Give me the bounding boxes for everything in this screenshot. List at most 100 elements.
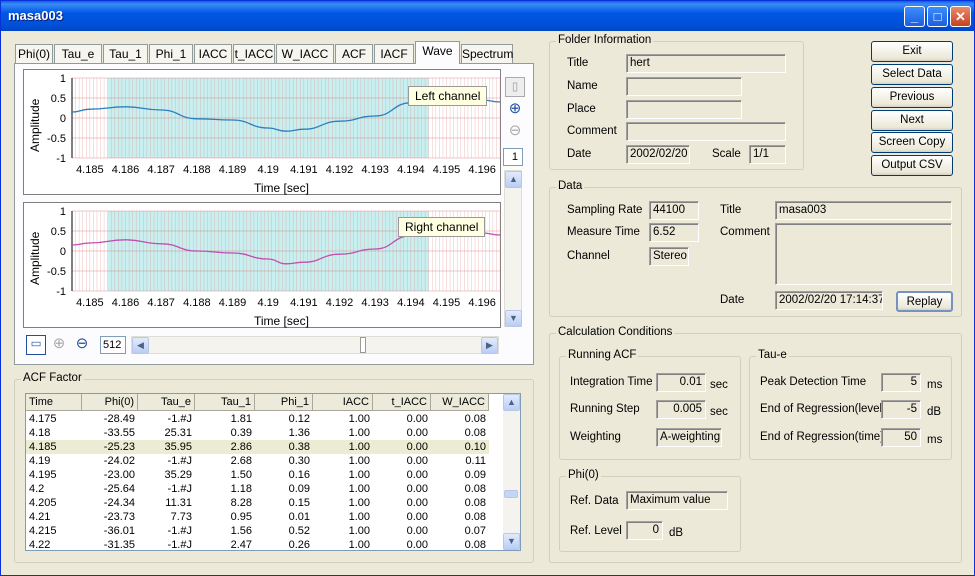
- acf-factor-table[interactable]: Time Phi(0) Tau_e Tau_1 Phi_1 IACC t_IACC W_IAC…: [25, 393, 521, 551]
- table-cell: 0.09: [464, 469, 486, 481]
- output-csv-button[interactable]: Output CSV: [871, 155, 953, 176]
- scroll-right-button[interactable]: ▶: [481, 337, 498, 354]
- table-cell: -33.55: [103, 427, 135, 439]
- calc-legend: Calculation Conditions: [556, 326, 675, 338]
- table-cell: -23.73: [103, 511, 135, 523]
- left-xlabel: Time [sec]: [254, 181, 309, 195]
- tab-tau-e[interactable]: Tau_e: [54, 44, 102, 63]
- right-xtick-label: 4.187: [147, 297, 175, 309]
- table-row[interactable]: 4.195 -23.00 35.29 1.50 0.16 1.00 0.00 0.09: [26, 468, 489, 482]
- left-ytick-label: 0: [60, 113, 66, 125]
- tab-phi-0[interactable]: Phi(0): [15, 44, 53, 63]
- table-cell: 1.00: [348, 469, 370, 481]
- table-cell: 4.18: [29, 427, 51, 439]
- title-bar[interactable]: masa003 _ □ ✕: [1, 1, 974, 31]
- acf-col-header[interactable]: Tau_1: [195, 394, 255, 411]
- table-cell: 1.00: [348, 483, 370, 495]
- close-button[interactable]: ✕: [950, 6, 971, 27]
- ref-data-field: Maximum value: [626, 491, 728, 510]
- scroll-thumb[interactable]: [360, 337, 366, 353]
- vertical-scrollbar[interactable]: ▲ ▼: [504, 170, 522, 327]
- next-button[interactable]: Next: [871, 110, 953, 131]
- tab-tau-1[interactable]: Tau_1: [103, 44, 148, 63]
- acf-scroll-down-button[interactable]: ▼: [503, 533, 520, 550]
- scroll-down-button[interactable]: ▼: [505, 310, 522, 327]
- table-cell: 0.30: [288, 455, 310, 467]
- sampling-rate-label: Sampling Rate: [567, 204, 643, 216]
- maximize-button[interactable]: □: [927, 6, 948, 27]
- acf-col-header[interactable]: Phi(0): [82, 394, 138, 411]
- table-row[interactable]: 4.185 -25.23 35.95 2.86 0.38 1.00 0.00 0.10: [26, 440, 489, 454]
- left-xtick-label: 4.187: [147, 164, 175, 176]
- table-cell: 0.15: [288, 497, 310, 509]
- exit-button[interactable]: Exit: [871, 41, 953, 62]
- zoom-out-icon[interactable]: ⊖: [505, 122, 525, 142]
- acf-col-header[interactable]: Phi_1: [255, 394, 313, 411]
- table-cell: -1.#J: [167, 525, 192, 537]
- tab-spectrum[interactable]: Spectrum: [461, 44, 513, 63]
- integration-time-label: Integration Time: [570, 376, 653, 388]
- acf-scroll-thumb[interactable]: [504, 490, 518, 498]
- table-cell: 1.00: [348, 525, 370, 537]
- acf-table-scrollbar[interactable]: ▲ ▼: [503, 394, 520, 550]
- table-row[interactable]: 4.215 -36.01 -1.#J 1.56 0.52 1.00 0.00 0.07: [26, 524, 489, 538]
- ref-level-unit: dB: [669, 527, 684, 539]
- h-zoom-in-icon[interactable]: ⊕: [49, 335, 69, 355]
- table-cell: 4.21: [29, 511, 51, 523]
- table-cell: 0.16: [288, 469, 310, 481]
- acf-scroll-up-button[interactable]: ▲: [503, 394, 520, 411]
- tab-w-iacc[interactable]: W_IACC: [276, 44, 334, 63]
- tab-acf[interactable]: ACF: [335, 44, 373, 63]
- minimize-button[interactable]: _: [904, 6, 925, 27]
- table-cell: 25.31: [164, 427, 192, 439]
- right-ytick-label: 0: [60, 246, 66, 258]
- exit-button-label: Exit: [902, 45, 922, 57]
- fit-width-icon[interactable]: ▭: [26, 335, 46, 355]
- left-channel-graph: 1 0.5 0 -0.5 -1 4.185 4.186 4.187 4.188 4.189 4.19…: [23, 69, 501, 195]
- integration-time-unit: sec: [710, 379, 728, 391]
- scroll-up-button[interactable]: ▲: [505, 171, 522, 188]
- acf-table-header: Time Phi(0) Tau_e Tau_1 Phi_1 IACC t_IACC W_IAC…: [26, 394, 489, 411]
- table-row[interactable]: 4.22 -31.35 -1.#J 2.47 0.26 1.00 0.00 0.08: [26, 538, 489, 550]
- left-xtick-label: 4.195: [433, 164, 461, 176]
- minimize-icon: _: [910, 9, 919, 24]
- table-cell: 1.18: [230, 483, 252, 495]
- tab-iacc[interactable]: IACC: [194, 44, 232, 63]
- right-xtick-label: 4.193: [361, 297, 389, 309]
- fit-icon[interactable]: ▯: [505, 77, 525, 97]
- page-indicator[interactable]: 1: [503, 148, 523, 166]
- tab-phi-1[interactable]: Phi_1: [149, 44, 193, 63]
- table-row[interactable]: 4.175 -28.49 -1.#J 1.81 0.12 1.00 0.00 0.08: [26, 412, 489, 426]
- table-row[interactable]: 4.2 -25.64 -1.#J 1.18 0.09 1.00 0.00 0.08: [26, 482, 489, 496]
- data-title-field: masa003: [775, 201, 952, 220]
- left-xtick-label: 4.189: [219, 164, 247, 176]
- screen-copy-button[interactable]: Screen Copy: [871, 132, 953, 153]
- replay-button-label: Replay: [906, 296, 943, 308]
- acf-col-header[interactable]: W_IACC: [431, 394, 489, 411]
- tab-iacf[interactable]: IACF: [374, 44, 414, 63]
- acf-col-header[interactable]: Time: [26, 394, 82, 411]
- tab-wave[interactable]: Wave: [415, 41, 460, 64]
- scroll-left-button[interactable]: ◀: [132, 337, 149, 354]
- table-cell: 0.08: [464, 427, 486, 439]
- replay-button[interactable]: Replay: [896, 291, 953, 312]
- table-row[interactable]: 4.21 -23.73 7.73 0.95 0.01 1.00 0.00 0.08: [26, 510, 489, 524]
- table-cell: 1.36: [288, 427, 310, 439]
- acf-col-header[interactable]: IACC: [313, 394, 373, 411]
- table-cell: 0.00: [406, 413, 428, 425]
- select-data-button[interactable]: Select Data: [871, 64, 953, 85]
- tab-t-iacc[interactable]: t_IACC: [233, 44, 275, 63]
- acf-col-header[interactable]: Tau_e: [138, 394, 195, 411]
- horizontal-scrollbar[interactable]: ◀ ▶: [131, 336, 499, 354]
- h-zoom-out-icon[interactable]: ⊖: [72, 335, 92, 355]
- main-window: masa003 _ □ ✕ Phi(0) Tau_e Tau_1 Phi_1 IACC t…: [0, 0, 975, 576]
- previous-button[interactable]: Previous: [871, 87, 953, 108]
- table-row[interactable]: 4.19 -24.02 -1.#J 2.68 0.30 1.00 0.00 0.11: [26, 454, 489, 468]
- table-cell: 0.08: [464, 511, 486, 523]
- table-row[interactable]: 4.205 -24.34 11.31 8.28 0.15 1.00 0.00 0.08: [26, 496, 489, 510]
- zoom-in-icon[interactable]: ⊕: [505, 100, 525, 120]
- table-row[interactable]: 4.18 -33.55 25.31 0.39 1.36 1.00 0.00 0.08: [26, 426, 489, 440]
- table-cell: 4.175: [29, 413, 57, 425]
- acf-col-header[interactable]: t_IACC: [373, 394, 431, 411]
- zoom-value-field[interactable]: 512: [100, 336, 126, 354]
